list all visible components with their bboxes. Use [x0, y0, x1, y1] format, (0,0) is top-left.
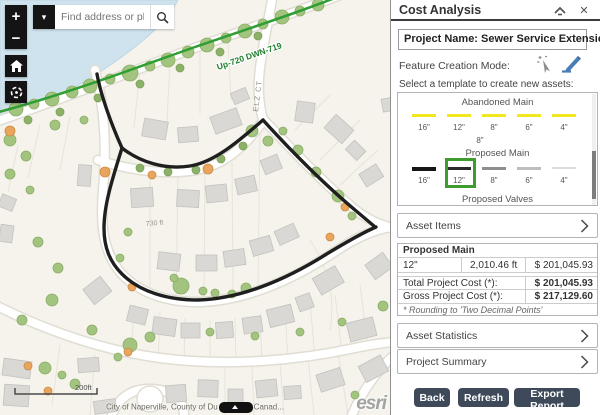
size-label: 4" [552, 176, 576, 185]
project-summary-label: Project Summary [406, 356, 487, 368]
draw-pencil-icon[interactable] [561, 54, 582, 75]
scale-label: 200ft [75, 383, 93, 392]
collapse-icon[interactable] [553, 4, 567, 18]
esri-logo: esri [356, 393, 386, 415]
template-proposed-16[interactable] [412, 167, 436, 171]
home-button[interactable] [5, 55, 27, 77]
caret-down-icon: ▾ [42, 12, 47, 23]
size-label: 6" [517, 176, 541, 185]
template-picker: Abandoned Main 16" 12" 8" 6" 4" 8" Propo… [397, 92, 598, 206]
template-abandoned-4[interactable] [552, 114, 576, 117]
project-name: Project Name: Sewer Service Extension [399, 30, 586, 49]
cell-size: 12" [398, 258, 462, 272]
total-cost-value: $ 201,045.93 [526, 277, 597, 289]
chevron-right-icon [580, 219, 589, 233]
asset-statistics-label: Asset Statistics [406, 330, 477, 342]
rounding-note: * Rounding to 'Two Decimal Points' [398, 304, 597, 317]
search-widget: ▾ [33, 5, 174, 29]
template-abandoned-6[interactable] [517, 114, 541, 117]
size-label: 8" [482, 123, 506, 132]
size-label: 12" [447, 123, 471, 132]
template-abandoned-12[interactable] [447, 114, 471, 117]
size-label: 8" [482, 176, 506, 185]
attribution-text-left: City of Naperville, County of Du [106, 403, 218, 412]
plus-icon: + [12, 8, 21, 25]
map-canvas[interactable]: Up-720 DWN-719 ELZ CT 730 ft 200ft ▾ [0, 0, 390, 415]
table-group-header: Proposed Main [398, 244, 597, 258]
cell-length: 2,010.46 ft [462, 258, 526, 272]
abandoned-main-heading: Abandoned Main [398, 97, 597, 108]
zoom-out-button[interactable]: − [5, 27, 27, 49]
highlight-annotation [445, 158, 476, 188]
zoom-in-button[interactable]: + [5, 5, 27, 27]
close-icon[interactable]: ✕ [577, 4, 591, 18]
refresh-button[interactable]: Refresh [458, 388, 509, 407]
search-source-dropdown[interactable]: ▾ [33, 5, 55, 29]
size-label: 16" [412, 123, 436, 132]
template-proposed-8[interactable] [482, 167, 506, 170]
basemap: Up-720 DWN-719 ELZ CT 730 ft 200ft [0, 0, 390, 415]
select-wand-icon[interactable] [536, 55, 555, 74]
template-scrollbar-thumb[interactable] [592, 151, 596, 199]
chevron-right-icon [580, 329, 589, 343]
feature-mode-label: Feature Creation Mode: [399, 60, 510, 72]
gross-cost-row: Gross Project Cost (*): $ 217,129.60 [398, 290, 597, 304]
locate-button[interactable] [5, 81, 27, 103]
gross-cost-label: Gross Project Cost (*): [398, 290, 526, 303]
project-summary-section[interactable]: Project Summary [397, 349, 598, 374]
project-name-box: Project Name: Sewer Service Extension [398, 29, 587, 50]
asset-items-section[interactable]: Asset Items [397, 213, 598, 238]
map-attribution: City of Naperville, County of Du Canad... [0, 402, 390, 413]
cost-analysis-panel: Cost Analysis ✕ Project Name: Sewer Serv… [390, 0, 600, 415]
app-window: Up-720 DWN-719 ELZ CT 730 ft 200ft ▾ [0, 0, 600, 415]
select-template-label: Select a template to create new assets: [399, 79, 574, 90]
gross-cost-value: $ 217,129.60 [526, 290, 597, 303]
cell-cost: $ 201,045.93 [526, 258, 597, 272]
attribution-text-right: Canad... [254, 403, 284, 412]
chevron-right-icon [580, 355, 589, 369]
minus-icon: − [12, 30, 21, 47]
back-button[interactable]: Back [414, 388, 450, 407]
total-cost-row: Total Project Cost (*): $ 201,045.93 [398, 276, 597, 290]
proposed-main-heading: Proposed Main [398, 148, 597, 159]
attribution-pill[interactable] [219, 402, 253, 413]
size-label: 16" [412, 176, 436, 185]
size-label: 6" [517, 123, 541, 132]
template-abandoned-8[interactable] [482, 114, 506, 117]
template-abandoned-16[interactable] [412, 114, 436, 117]
size-label: 4" [552, 123, 576, 132]
total-cost-label: Total Project Cost (*): [398, 277, 526, 289]
proposed-valves-heading: Proposed Valves [398, 194, 597, 205]
search-button[interactable] [150, 5, 174, 29]
panel-title: Cost Analysis [399, 3, 481, 17]
asset-items-label: Asset Items [406, 220, 461, 232]
search-input[interactable] [55, 5, 150, 29]
export-report-button[interactable]: Export Report [514, 388, 580, 407]
table-row: 12" 2,010.46 ft $ 201,045.93 [398, 258, 597, 273]
magnifier-icon [156, 11, 169, 24]
asset-statistics-section[interactable]: Asset Statistics [397, 323, 598, 348]
cost-results-box: Proposed Main 12" 2,010.46 ft $ 201,045.… [397, 243, 598, 316]
template-proposed-6[interactable] [517, 167, 541, 170]
panel-header: Cost Analysis ✕ [391, 0, 600, 21]
template-proposed-4[interactable] [552, 167, 576, 169]
size-label-wrapped[interactable]: 8" [468, 136, 492, 145]
home-icon [10, 60, 23, 72]
locate-icon [9, 85, 24, 100]
